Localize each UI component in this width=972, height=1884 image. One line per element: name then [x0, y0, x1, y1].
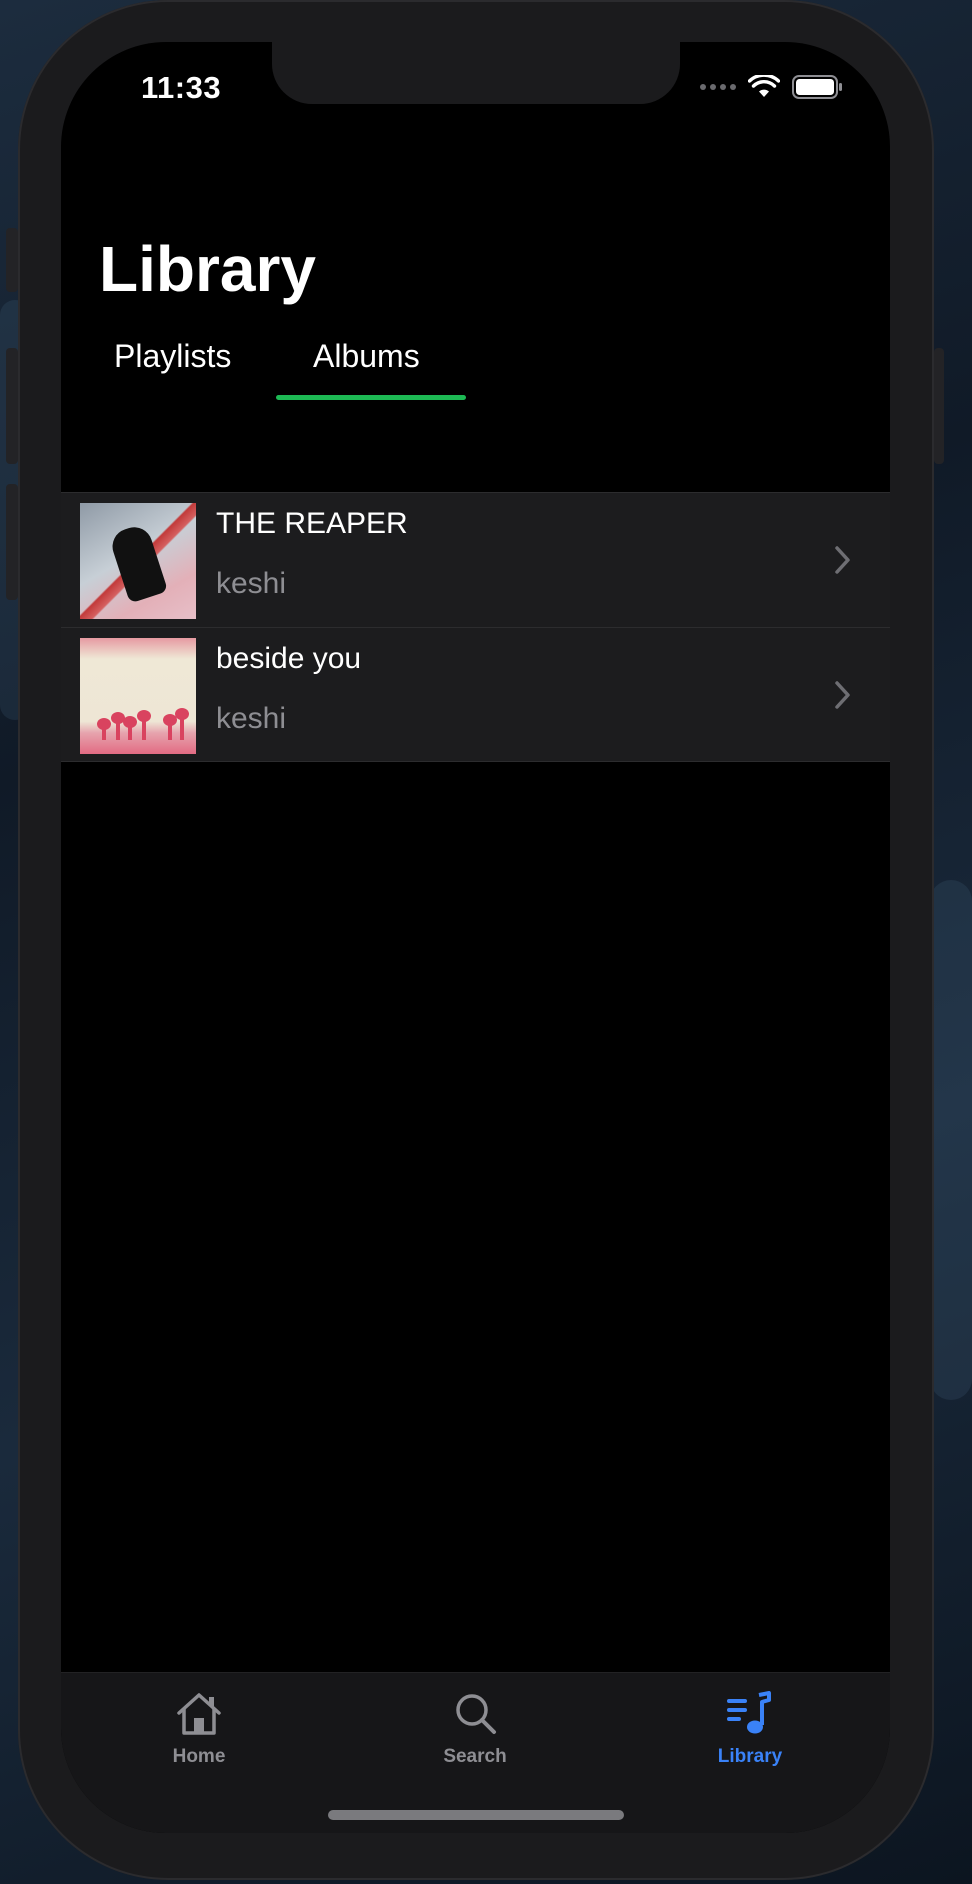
tab-playlists[interactable]: Playlists [114, 338, 231, 375]
screen: 11:33 Library Playlists Albums THE REAPE… [61, 42, 890, 1833]
album-title: THE REAPER [216, 507, 408, 540]
tabbar-home[interactable]: Home [119, 1691, 279, 1768]
wallpaper-streak [930, 880, 972, 1400]
status-icons [700, 74, 844, 100]
house-icon [177, 1693, 221, 1735]
tab-bar: Home Search Library [61, 1672, 890, 1833]
album-cover-image [80, 503, 196, 619]
album-list: THE REAPER keshi beside you keshi [61, 492, 890, 762]
tabbar-library[interactable]: Library [670, 1691, 830, 1768]
volume-up-button [6, 348, 18, 464]
album-row-the-reaper[interactable]: THE REAPER keshi [61, 492, 890, 627]
album-artist: keshi [216, 702, 287, 735]
chevron-right-icon [835, 546, 850, 574]
volume-down-button [6, 484, 18, 600]
tab-albums[interactable]: Albums [313, 338, 420, 375]
album-cover-image [80, 638, 196, 754]
tabbar-label: Home [172, 1746, 226, 1767]
tabbar-label: Library [717, 1746, 783, 1767]
magnifier-icon [456, 1694, 496, 1734]
battery-icon [792, 75, 842, 99]
album-artist: keshi [216, 567, 287, 600]
album-row-beside-you[interactable]: beside you keshi [61, 627, 890, 762]
home-indicator[interactable] [328, 1810, 624, 1820]
tabbar-label: Search [443, 1746, 507, 1767]
mute-switch [6, 228, 18, 292]
power-button [934, 348, 944, 464]
selected-tab-indicator [276, 395, 466, 400]
wifi-icon [748, 75, 780, 97]
music-library-icon [727, 1691, 771, 1734]
page-title: Library [99, 233, 316, 305]
notch [272, 42, 680, 104]
tabbar-search[interactable]: Search [395, 1691, 555, 1768]
album-title: beside you [216, 642, 362, 675]
cellular-signal-icon [700, 84, 736, 90]
chevron-right-icon [835, 681, 850, 709]
status-time: 11:33 [141, 70, 222, 105]
